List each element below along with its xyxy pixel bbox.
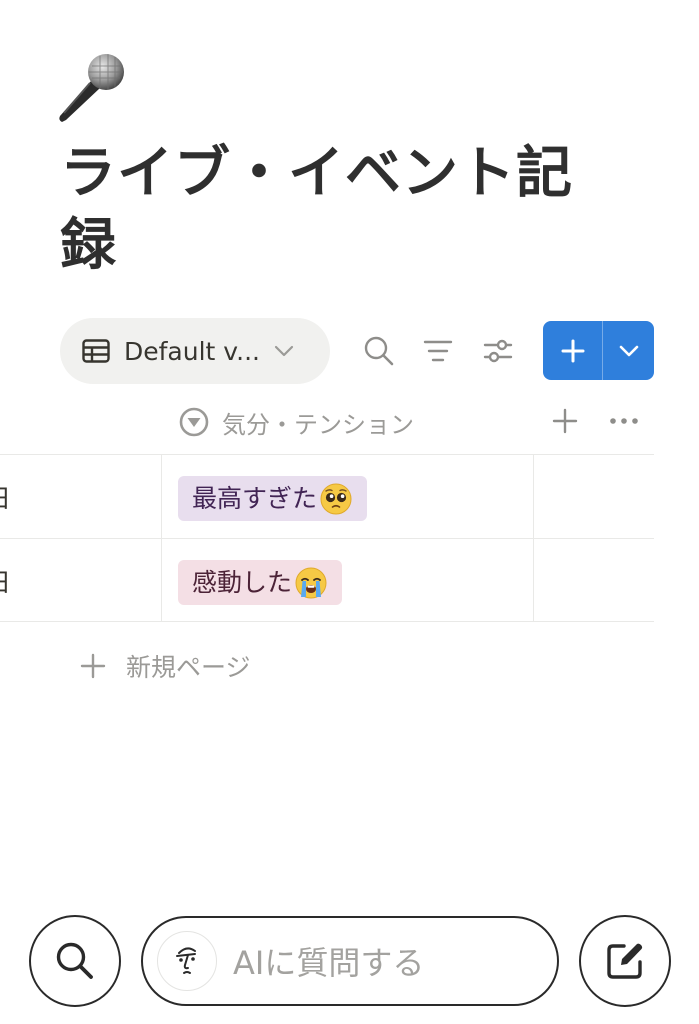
- chevron-down-icon: [619, 345, 638, 356]
- search-icon: [364, 336, 394, 366]
- chevron-down-icon: [274, 345, 294, 357]
- table-icon: [82, 339, 110, 363]
- mood-tag-label: 感動した: [192, 568, 293, 597]
- mood-cell[interactable]: 最高すぎた: [162, 455, 534, 538]
- date-cell[interactable]: 日: [0, 455, 162, 538]
- plus-icon: [80, 653, 106, 679]
- add-property-button[interactable]: [548, 404, 582, 438]
- new-page-button[interactable]: 新規ページ: [80, 648, 251, 684]
- database-table: 日 最高すぎた 日 感動した: [0, 454, 654, 622]
- date-cell-text: 日: [0, 479, 11, 515]
- mood-tag-label: 最高すぎた: [192, 484, 318, 513]
- notion-ai-face-icon: [157, 931, 217, 991]
- page-icon[interactable]: [52, 50, 128, 126]
- mood-cell[interactable]: 感動した: [162, 539, 534, 621]
- bottom-search-button[interactable]: [29, 915, 121, 1007]
- more-horizontal-icon: [610, 418, 638, 424]
- settings-button[interactable]: [480, 333, 516, 369]
- page-title[interactable]: ライブ・イベント記録: [60, 138, 620, 282]
- microphone-icon: [59, 54, 124, 122]
- date-cell[interactable]: 日: [0, 539, 162, 621]
- mood-tag: 感動した: [178, 560, 343, 605]
- pleading-face-icon: [320, 483, 352, 514]
- sliders-icon: [483, 339, 513, 363]
- view-label: Default v...: [124, 336, 260, 366]
- sort-icon: [423, 340, 453, 362]
- sort-button[interactable]: [420, 333, 456, 369]
- ai-ask-input[interactable]: AIに質問する: [141, 916, 559, 1006]
- plus-icon: [561, 339, 584, 362]
- new-dropdown-button[interactable]: [603, 321, 654, 380]
- table-row[interactable]: 日 最高すぎた: [0, 454, 654, 538]
- search-button[interactable]: [361, 333, 397, 369]
- property-header-label: 気分・テンション: [222, 410, 414, 439]
- property-header[interactable]: 気分・テンション: [178, 402, 414, 442]
- select-property-icon: [179, 407, 209, 437]
- date-cell-text: 日: [0, 563, 11, 599]
- plus-icon: [552, 408, 578, 434]
- mood-tag: 最高すぎた: [178, 476, 368, 521]
- table-row[interactable]: 日 感動した: [0, 538, 654, 622]
- ai-placeholder: AIに質問する: [233, 944, 425, 982]
- crying-face-icon: [295, 567, 327, 598]
- more-options-button[interactable]: [606, 404, 642, 438]
- new-page-label: 新規ページ: [126, 653, 251, 682]
- compose-icon: [607, 943, 643, 979]
- search-icon: [56, 942, 93, 979]
- view-selector[interactable]: Default v...: [60, 318, 330, 384]
- new-button[interactable]: [543, 321, 603, 380]
- compose-button[interactable]: [579, 915, 671, 1007]
- bottom-bar: AIに質問する: [0, 900, 699, 1024]
- new-button-group: [543, 321, 654, 380]
